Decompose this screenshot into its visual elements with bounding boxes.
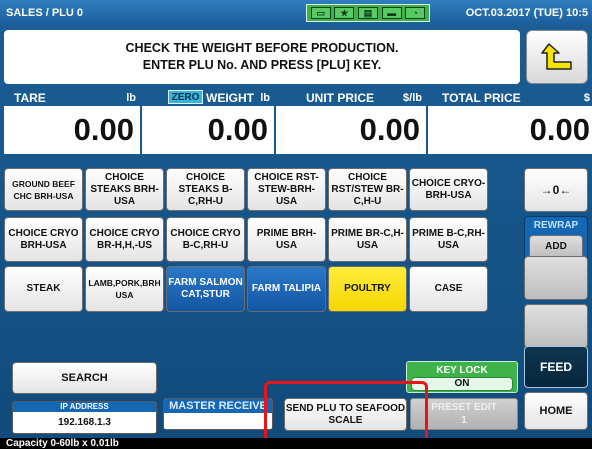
total-price-unit: $ bbox=[583, 92, 590, 104]
unit-price-header: UNIT PRICE $/lb bbox=[276, 90, 426, 106]
plu-key[interactable]: CHOICE CRYO B-C,RH-U bbox=[166, 217, 245, 262]
plu-key[interactable]: PRIME B-C,RH-USA bbox=[409, 217, 488, 262]
plu-key[interactable]: PRIME BRH-USA bbox=[247, 217, 326, 262]
plu-key[interactable]: PRIME BR-C,H-USA bbox=[328, 217, 407, 262]
unit-price-value: 0.00 bbox=[276, 106, 426, 154]
ip-address-label: IP ADDRESS bbox=[13, 402, 156, 412]
tare-header: TARE lb bbox=[4, 90, 140, 106]
tare-label: TARE bbox=[14, 91, 46, 105]
clock-icon: ◔ bbox=[405, 7, 426, 19]
rewrap-label: REWRAP bbox=[533, 220, 579, 231]
back-button[interactable] bbox=[526, 30, 588, 84]
ip-address-value: 192.168.1.3 bbox=[58, 417, 111, 428]
feed-button[interactable]: FEED bbox=[524, 346, 588, 388]
message-panel: CHECK THE WEIGHT BEFORE PRODUCTION. ENTE… bbox=[4, 30, 520, 84]
plu-key[interactable]: FARM SALMON CAT,STUR bbox=[166, 266, 245, 312]
network-icon: ▤ bbox=[357, 7, 378, 19]
display-icon: ▭ bbox=[310, 7, 331, 19]
plu-key[interactable]: POULTRY bbox=[328, 266, 407, 312]
search-button[interactable]: SEARCH bbox=[12, 362, 157, 394]
total-price-label: TOTAL PRICE bbox=[442, 91, 521, 105]
master-receive-button[interactable]: MASTER RECEIVE bbox=[163, 398, 273, 430]
plu-key[interactable]: CHOICE RST/STEW BR-C,H-U bbox=[328, 168, 407, 211]
blank-key-2[interactable] bbox=[524, 304, 588, 348]
message-line-1: CHECK THE WEIGHT BEFORE PRODUCTION. bbox=[125, 41, 399, 55]
plu-key[interactable]: CHOICE STEAKS BRH-USA bbox=[85, 168, 164, 211]
plu-key[interactable]: CHOICE CRYO-BRH-USA bbox=[409, 168, 488, 211]
plu-key[interactable]: CHOICE RST-STEW-BRH-USA bbox=[247, 168, 326, 211]
capacity-bar: Capacity 0-60lb x 0.01lb bbox=[0, 438, 592, 449]
battery-icon: ▬ bbox=[381, 7, 402, 19]
key-lock-label: KEY LOCK bbox=[436, 365, 488, 376]
title-bar: SALES / PLU 0 ▭ ★ ▤ ▬ ◔ OCT.03.2017 (TUE… bbox=[0, 0, 592, 26]
weight-header: WEIGHT lb bbox=[142, 90, 274, 106]
scale-screen: SALES / PLU 0 ▭ ★ ▤ ▬ ◔ OCT.03.2017 (TUE… bbox=[0, 0, 592, 449]
weight-label: WEIGHT bbox=[206, 91, 254, 105]
plu-key[interactable]: CHOICE CRYO BRH-USA bbox=[4, 217, 83, 262]
return-arrow-icon bbox=[541, 43, 572, 70]
plu-key[interactable]: LAMB,PORK,BRH USA bbox=[85, 266, 164, 312]
plu-key[interactable]: FARM TALIPIA bbox=[247, 266, 326, 312]
blank-key-1[interactable] bbox=[524, 256, 588, 300]
tare-value: 0.00 bbox=[4, 106, 140, 154]
total-price-header: TOTAL PRICE $ bbox=[428, 90, 592, 106]
unit-price-unit: $/lb bbox=[403, 92, 422, 104]
total-price-value: 0.00 bbox=[428, 106, 592, 154]
tare-unit: lb bbox=[126, 92, 136, 104]
plu-key[interactable]: CHOICE STEAKS B-C,RH-U bbox=[166, 168, 245, 211]
home-button[interactable]: HOME bbox=[524, 392, 588, 430]
plu-key[interactable]: CHOICE CRYO BR-H,H,-US bbox=[85, 217, 164, 262]
weight-value: 0.00 bbox=[142, 106, 274, 154]
tare-zero-button[interactable]: →0← bbox=[524, 168, 588, 212]
star-icon: ★ bbox=[334, 7, 355, 19]
message-line-2: ENTER PLU No. AND PRESS [PLU] KEY. bbox=[142, 58, 382, 72]
screen-title: SALES / PLU 0 bbox=[6, 7, 84, 19]
plu-key[interactable]: CASE bbox=[409, 266, 488, 312]
ip-address-panel: IP ADDRESS 192.168.1.3 bbox=[12, 401, 157, 434]
weight-unit: lb bbox=[260, 92, 270, 104]
plu-key[interactable]: GROUND BEEF CHC BRH-USA bbox=[4, 168, 83, 211]
status-icons: ▭ ★ ▤ ▬ ◔ bbox=[306, 4, 430, 22]
datetime: OCT.03.2017 (TUE) 10:5 bbox=[465, 7, 588, 19]
unit-price-label: UNIT PRICE bbox=[306, 91, 375, 105]
plu-key[interactable]: STEAK bbox=[4, 266, 83, 312]
master-receive-label: MASTER RECEIVE bbox=[164, 399, 272, 413]
